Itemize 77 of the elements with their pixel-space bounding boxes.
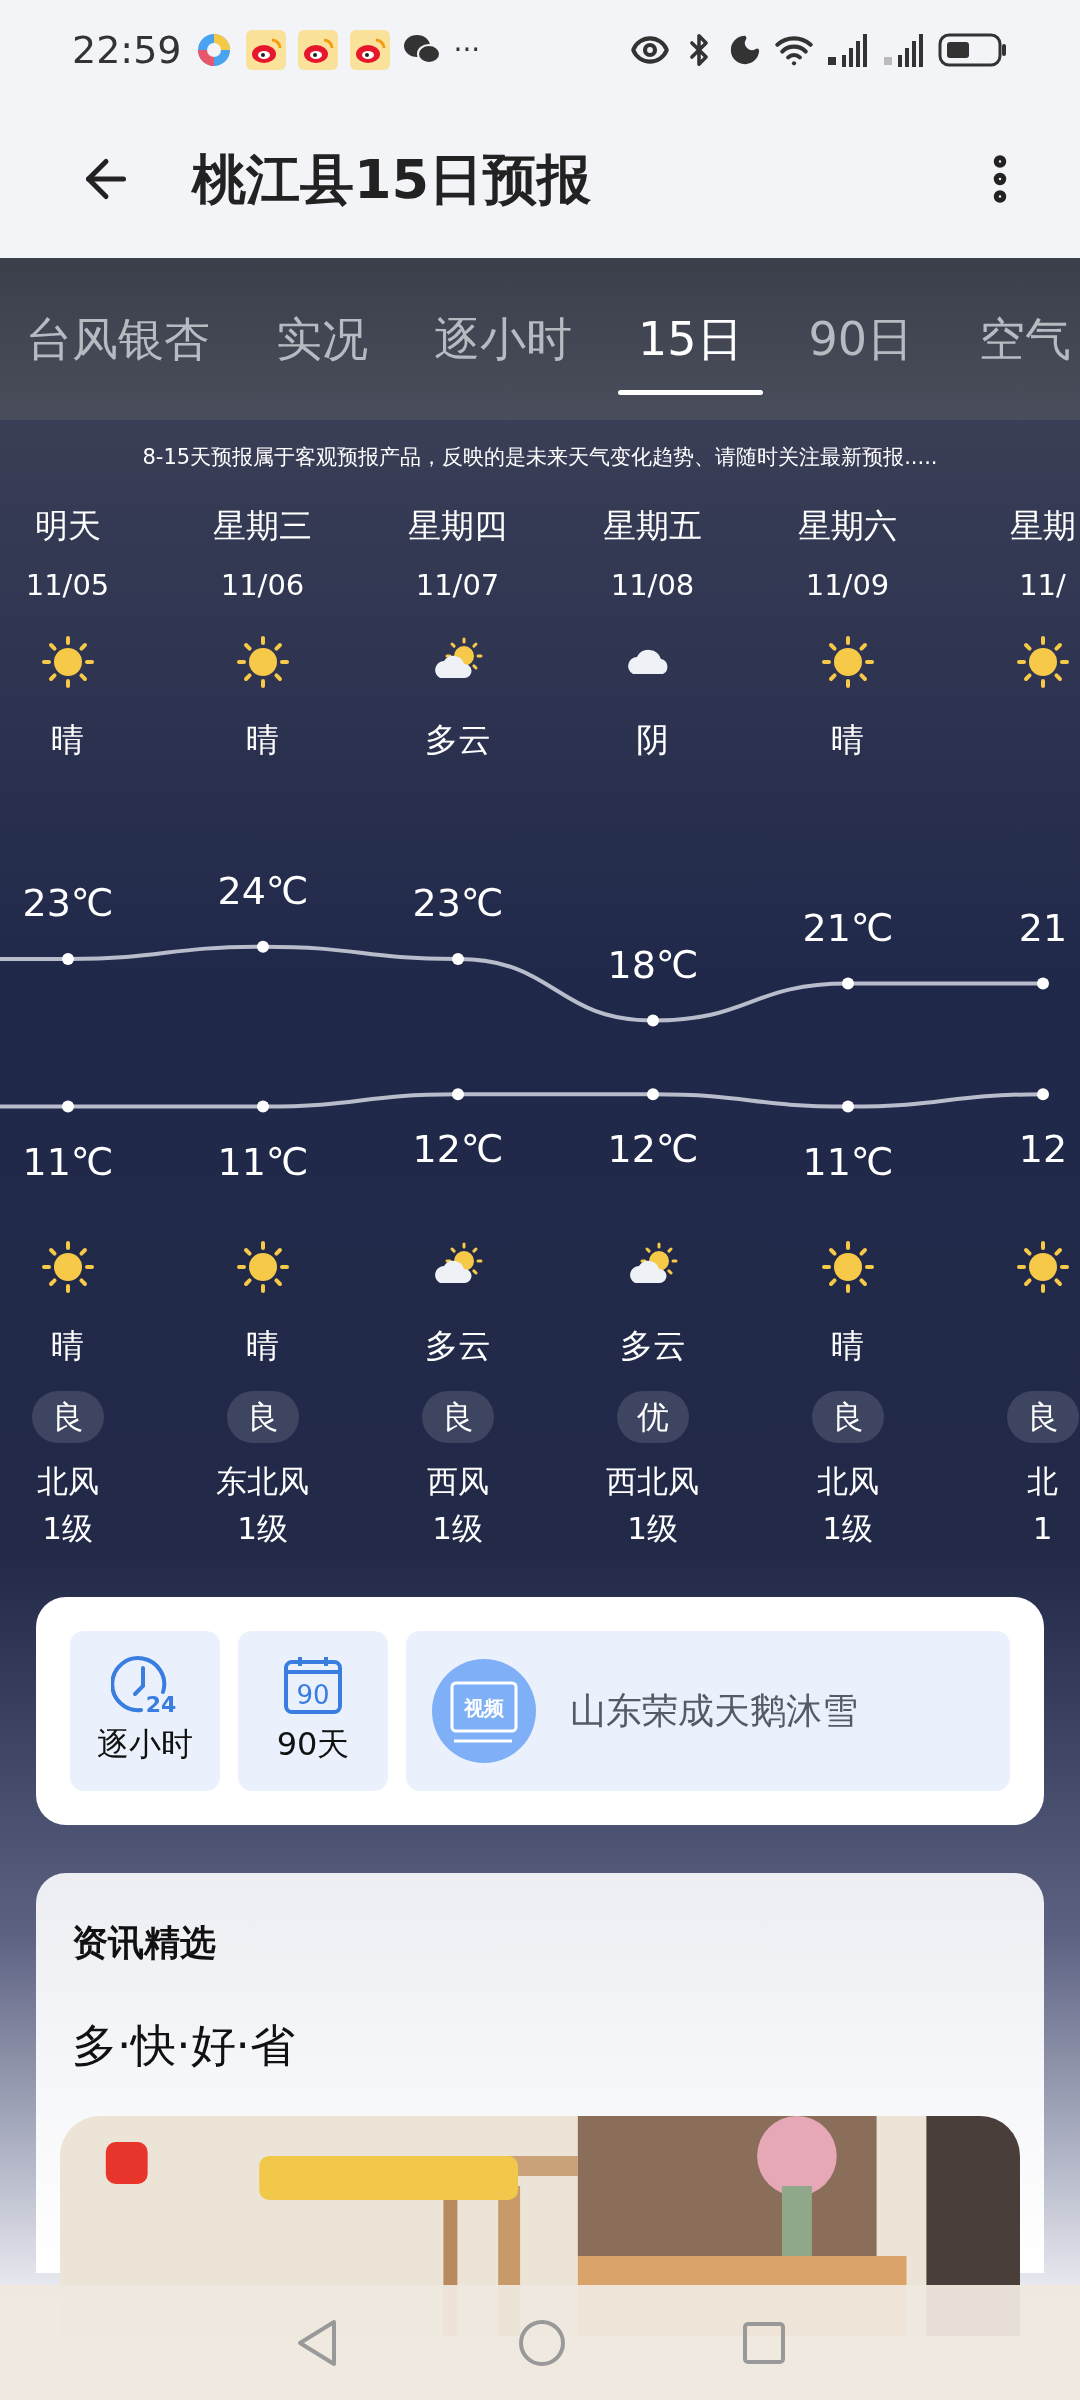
weekday: 星期五 (603, 505, 702, 548)
high-temperature: 23℃ (22, 884, 114, 922)
weather-condition: 阴 (636, 719, 669, 762)
tab[interactable]: 15日 (638, 306, 743, 372)
date: 11/07 (415, 566, 500, 604)
low-temperature: 11℃ (802, 1142, 894, 1181)
low-temperature: 12℃ (412, 1130, 504, 1169)
date: 11/05 (25, 566, 110, 604)
date: 11/ (1019, 566, 1066, 604)
wind-direction: 北风 (36, 1461, 99, 1501)
more-notifications: ··· (453, 32, 481, 68)
date: 11/08 (610, 566, 695, 604)
wind-level: 1级 (822, 1508, 873, 1548)
air-quality-badge: 良 (421, 1391, 494, 1443)
low-temperature: 11℃ (22, 1142, 114, 1181)
video-link[interactable]: 视频 山东荣成天鹅沐雪 (406, 1631, 1010, 1791)
forecast-notice: 8-15天预报属于客观预报产品，反映的是未来天气变化趋势、请随时关注最新预报..... (142, 443, 938, 471)
low-temperature: 12 (1018, 1130, 1068, 1169)
news-headline: 多·快·好·省 (72, 2023, 296, 2068)
shortcut-button[interactable]: 90 90天 (238, 1631, 388, 1791)
high-temperature: 21 (1018, 908, 1068, 947)
weather-condition: 晴 (246, 719, 279, 762)
tab[interactable]: 逐小时 (434, 306, 572, 372)
wind-direction: 北风 (816, 1461, 879, 1501)
weibo-icon (245, 30, 286, 70)
wind-level: 1级 (627, 1508, 678, 1548)
date: 11/06 (220, 566, 305, 604)
weibo-icon (349, 30, 390, 70)
weather-condition: 多云 (619, 1325, 686, 1368)
moon-icon (728, 33, 762, 67)
low-temperature: 11℃ (217, 1142, 309, 1181)
weather-condition: 多云 (424, 1325, 491, 1368)
air-quality-badge: 良 (1006, 1391, 1079, 1443)
date: 11/09 (805, 566, 890, 604)
wind-direction: 西北风 (606, 1461, 699, 1501)
tab[interactable]: 90日 (808, 306, 914, 372)
signal-icon (826, 33, 870, 67)
high-temperature: 24℃ (217, 871, 309, 910)
recents-nav-icon[interactable] (742, 2320, 786, 2365)
weather-condition: 晴 (831, 719, 864, 762)
wind-level: 1 (1032, 1508, 1053, 1548)
wind-level: 1级 (42, 1508, 93, 1548)
air-quality-badge: 优 (616, 1391, 689, 1443)
high-temperature: 18℃ (607, 945, 699, 984)
air-quality-badge: 良 (226, 1391, 299, 1443)
tab[interactable]: 台风银杏 (26, 306, 210, 372)
weather-condition: 多云 (424, 719, 491, 762)
tab[interactable]: 实况 (276, 306, 368, 372)
weekday: 星期三 (213, 505, 312, 548)
high-temperature: 23℃ (412, 884, 504, 922)
wind-level: 1级 (237, 1508, 288, 1548)
wind-direction: 东北风 (216, 1461, 309, 1501)
low-temperature: 12℃ (607, 1130, 699, 1169)
weather-condition: 晴 (51, 1325, 84, 1368)
wind-direction: 北 (1027, 1461, 1058, 1501)
section-title: 资讯精选 (72, 1925, 217, 1961)
shortcut-button[interactable]: 24 逐小时 (70, 1631, 220, 1791)
weather-condition: 晴 (831, 1325, 864, 1368)
weekday: 星期四 (408, 505, 507, 548)
wind-direction: 西风 (426, 1461, 489, 1501)
clock: 22:59 (72, 26, 182, 74)
weekday: 明天 (34, 505, 101, 548)
weekday: 星期 (1009, 505, 1076, 548)
page-title: 桃江县15日预报 (192, 146, 593, 213)
air-quality-badge: 良 (31, 1391, 104, 1443)
weather-condition: 晴 (51, 719, 84, 762)
tab[interactable]: 空气 (979, 306, 1072, 372)
weekday: 星期六 (798, 505, 897, 548)
home-nav-icon[interactable] (518, 2318, 566, 2367)
air-quality-badge: 良 (811, 1391, 884, 1443)
video-icon: 视频 (432, 1659, 536, 1763)
battery-icon (938, 32, 1008, 68)
weather-condition: 晴 (246, 1325, 279, 1368)
high-temperature: 21℃ (802, 908, 894, 947)
wind-level: 1级 (432, 1508, 483, 1548)
weibo-icon (297, 30, 338, 70)
signal-icon (882, 33, 926, 67)
